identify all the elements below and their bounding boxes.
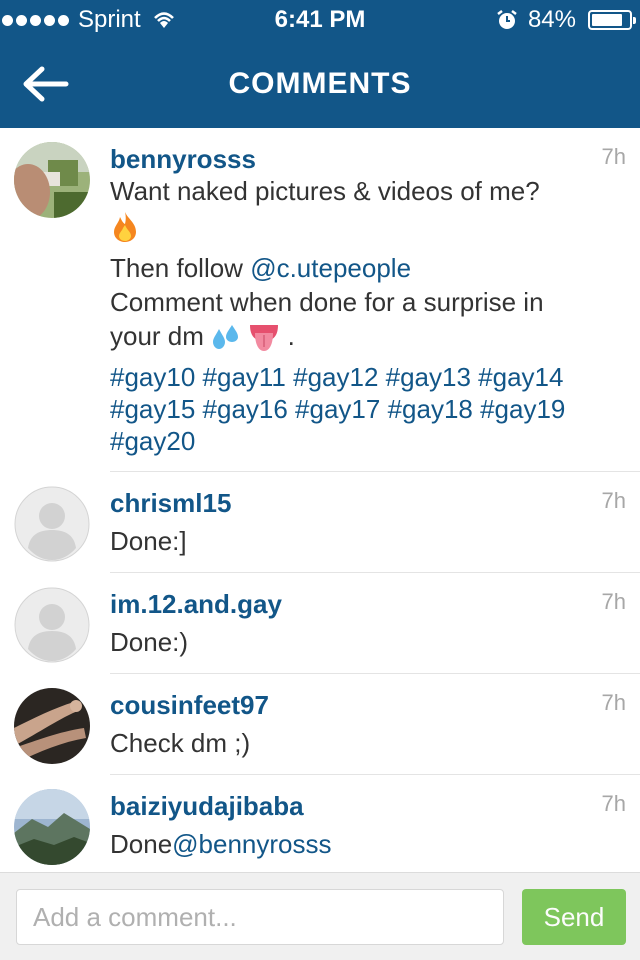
avatar[interactable] xyxy=(14,789,90,866)
battery-fill xyxy=(592,14,623,26)
fire-emoji-icon xyxy=(114,212,136,243)
comment-composer: Send xyxy=(0,872,640,960)
comment-input[interactable] xyxy=(16,889,504,945)
status-right: 84% xyxy=(496,0,636,40)
comment-timestamp: 7h xyxy=(601,791,626,817)
comment-item: baiziyudajibaba Done@bennyrosss 7h xyxy=(14,774,640,872)
comment-list[interactable]: bennyrosss Want naked pictures & videos … xyxy=(0,128,640,872)
tongue-emoji-icon xyxy=(250,325,279,352)
avatar[interactable] xyxy=(14,587,90,663)
status-bar: Sprint 6:41 PM 84% xyxy=(0,0,640,40)
comment-username[interactable]: bennyrosss xyxy=(110,144,570,174)
avatar[interactable] xyxy=(14,688,90,765)
comment-text: Done@bennyrosss xyxy=(110,827,570,861)
comment-item: chrisml15 Done:] 7h xyxy=(14,471,640,572)
send-button[interactable]: Send xyxy=(522,889,626,945)
comment-line: Want naked pictures & videos of me? xyxy=(110,176,540,206)
hashtag-list[interactable]: #gay10 #gay11 #gay12 #gay13 #gay14 #gay1… xyxy=(110,361,570,457)
comment-username[interactable]: im.12.and.gay xyxy=(110,589,570,619)
comment-username[interactable]: chrisml15 xyxy=(110,488,570,518)
mention-link[interactable]: @bennyrosss xyxy=(172,829,331,859)
comment-text: Then follow @c.utepeople Comment when do… xyxy=(110,251,570,353)
comment-username[interactable]: baiziyudajibaba xyxy=(110,791,570,821)
comment-timestamp: 7h xyxy=(601,144,626,169)
comment-text: Done:) xyxy=(110,627,189,658)
comment-line: Then follow xyxy=(110,253,251,284)
comment-item: im.12.and.gay Done:) 7h xyxy=(14,572,640,673)
page-title: COMMENTS xyxy=(228,67,412,100)
comment-line: Done xyxy=(110,829,173,860)
comment-timestamp: 7h xyxy=(601,589,626,615)
comment-username[interactable]: cousinfeet97 xyxy=(110,690,570,720)
comment-item: cousinfeet97 Check dm ;) 7h xyxy=(14,673,640,774)
comment-text: Done:] xyxy=(110,526,187,557)
comment-text: Want naked pictures & videos of me? xyxy=(110,174,570,243)
comment-timestamp: 7h xyxy=(601,488,626,514)
battery-percent: 84% xyxy=(527,6,576,33)
comment-timestamp: 7h xyxy=(601,690,626,716)
alarm-icon xyxy=(497,10,517,29)
nav-bar: COMMENTS xyxy=(0,40,640,128)
sweat-droplets-emoji-icon xyxy=(213,325,239,350)
comment-text: Check dm ;) xyxy=(110,728,251,759)
avatar[interactable] xyxy=(14,142,90,218)
mention-link[interactable]: @c.utepeople xyxy=(250,253,411,283)
comment-line: . xyxy=(280,321,295,352)
avatar[interactable] xyxy=(14,486,90,562)
comment-item: bennyrosss Want naked pictures & videos … xyxy=(0,128,640,471)
battery-icon xyxy=(588,10,636,30)
comment-line: Comment when done for a surprise in your… xyxy=(110,287,544,352)
